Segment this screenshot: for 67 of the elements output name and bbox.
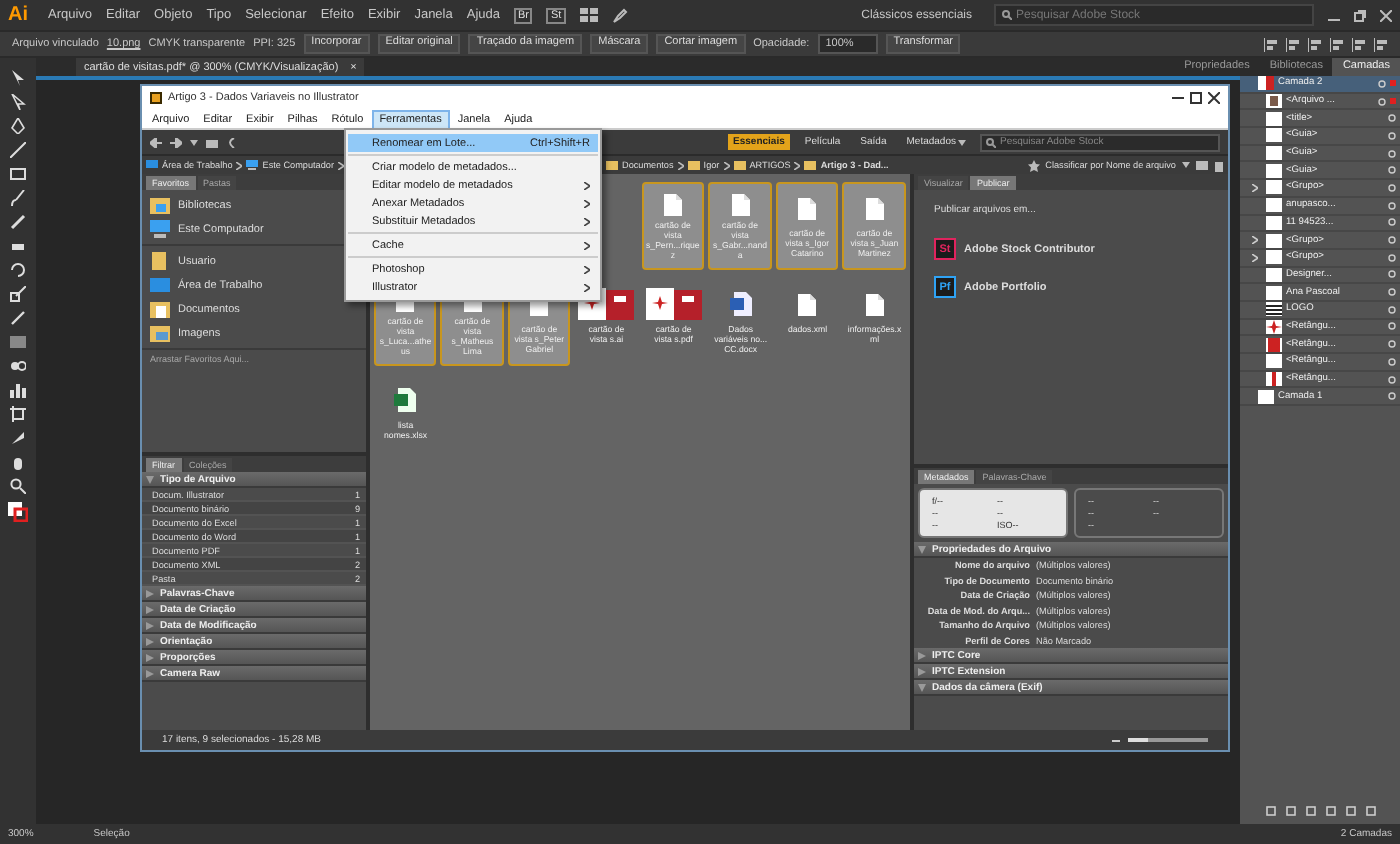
document-icon [663, 193, 682, 216]
business-card-drawing [645, 288, 702, 320]
caret-icon [958, 139, 966, 145]
align-icon[interactable] [1352, 37, 1366, 51]
folder-icon [687, 160, 700, 170]
document-icon [865, 197, 884, 219]
back-arrow-icon[interactable] [150, 137, 162, 147]
layer-thumbnail [1258, 76, 1274, 91]
word-document-icon [729, 292, 752, 316]
close-icon[interactable] [1208, 92, 1220, 104]
folder-icon[interactable] [1196, 160, 1208, 170]
line-icon[interactable] [10, 142, 26, 158]
align-icon[interactable] [1330, 37, 1344, 51]
desktop-icon [146, 160, 158, 170]
align-icon[interactable] [1264, 37, 1278, 51]
grid-layout-icon[interactable] [579, 8, 598, 22]
folder-icon[interactable] [150, 252, 170, 270]
selection-arrow-icon[interactable] [10, 70, 26, 86]
minimize-icon[interactable] [1172, 92, 1184, 104]
star-icon[interactable] [1027, 159, 1040, 171]
align-icon[interactable] [1374, 37, 1388, 51]
caret-icon [190, 139, 198, 145]
spreadsheet-icon [394, 388, 417, 412]
artboard-icon[interactable] [10, 406, 26, 422]
restore-icon[interactable] [1354, 9, 1366, 21]
fill-stroke-icon[interactable] [8, 502, 28, 522]
chevron-icon[interactable] [1252, 183, 1258, 192]
pencil-icon[interactable] [10, 214, 26, 230]
folder-icon [804, 160, 817, 170]
document-icon [731, 193, 750, 216]
folder-icon [606, 160, 618, 170]
folder-icon[interactable] [206, 137, 218, 147]
forward-arrow-icon[interactable] [170, 137, 182, 147]
documents-folder-icon[interactable] [150, 300, 170, 318]
chevron-icon[interactable] [1252, 236, 1258, 245]
eraser-icon[interactable] [10, 238, 26, 254]
close-icon[interactable] [1380, 9, 1392, 21]
document-icon [865, 293, 884, 315]
document-icon [798, 197, 817, 219]
chevron-icon [677, 161, 684, 169]
maximize-icon[interactable] [1190, 92, 1202, 104]
chart-icon[interactable] [10, 382, 26, 398]
library-folder-icon[interactable] [150, 196, 170, 214]
chevron-icon [236, 161, 243, 169]
minus-icon[interactable] [1112, 737, 1120, 743]
align-icon[interactable] [1308, 37, 1322, 51]
caret-icon [1182, 162, 1190, 168]
scale-icon[interactable] [10, 286, 26, 302]
blend-icon[interactable] [10, 358, 26, 374]
app-icon [150, 92, 162, 104]
align-icon[interactable] [1286, 37, 1300, 51]
pen-icon[interactable] [10, 118, 26, 134]
zoom-icon[interactable] [10, 478, 26, 494]
chevron-icon [338, 161, 344, 169]
brush-icon[interactable] [10, 190, 26, 206]
document-icon [798, 293, 817, 315]
folder-icon [733, 160, 746, 170]
app-logo: Ai [8, 4, 28, 26]
rectangle-icon[interactable] [10, 166, 26, 182]
pictures-folder-icon[interactable] [150, 324, 170, 342]
chevron-icon [794, 161, 801, 169]
computer-icon[interactable] [150, 220, 170, 238]
computer-icon [246, 160, 259, 170]
chevron-icon[interactable] [1252, 253, 1258, 262]
rotate-icon[interactable] [10, 262, 26, 278]
direct-selection-icon[interactable] [10, 94, 26, 110]
chevron-icon [723, 161, 730, 169]
